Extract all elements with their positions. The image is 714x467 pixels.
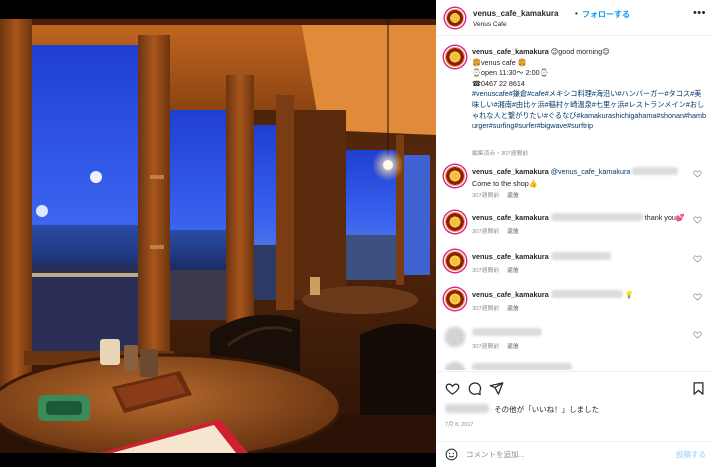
instagram-post-modal: venus_cafe_kamakura • フォローする Venus Cafe … (0, 0, 714, 467)
comment-time: 307週間前 (472, 229, 500, 235)
comment-time: 307週間前 (472, 344, 500, 350)
reply-button[interactable]: 返信 (507, 268, 519, 274)
post-actions: その他が「いいね！」しました 7月 8, 2017 (436, 371, 714, 441)
post-side-panel: venus_cafe_kamakura • フォローする Venus Cafe … (436, 0, 714, 467)
post-comment-button[interactable]: 投稿する (676, 449, 706, 460)
header-separator: • (575, 9, 578, 18)
caption-line3: ⌚open 11:30〜 2:00⌚ (472, 68, 549, 78)
blurred-text (472, 363, 572, 370)
comment-text: 💡 (624, 290, 634, 299)
comment-avatar[interactable] (444, 250, 466, 272)
cafe-interior-photo (0, 15, 436, 453)
blurred-text (632, 167, 679, 175)
comment-avatar[interactable] (444, 165, 466, 187)
heart-icon[interactable] (693, 169, 702, 178)
post-date: 7月 8, 2017 (445, 422, 474, 428)
comment-time: 307週間前 (472, 268, 500, 274)
comment-icon[interactable] (467, 381, 482, 396)
comment-item-partial (444, 359, 706, 370)
comment-meta: 307週間前 返信 (472, 190, 527, 199)
emoji-icon[interactable] (445, 448, 458, 461)
heart-icon[interactable] (693, 254, 702, 263)
comment-meta: 307週間前 返信 (472, 341, 527, 350)
caption-line4: ☎0467 22 8614 (472, 78, 525, 88)
comment-username[interactable]: venus_cafe_kamakura (472, 213, 549, 222)
caption-line1: 😊good morning😊 (548, 47, 610, 56)
comment-meta: 307週間前 返信 (472, 226, 527, 235)
comment-time: 307週間前 (472, 193, 500, 199)
reply-button[interactable]: 返信 (507, 229, 519, 235)
comment-avatar[interactable] (444, 211, 466, 233)
comment-item: venus_cafe_kamakura 307週間前 返信 (444, 248, 706, 282)
comment-username[interactable]: venus_cafe_kamakura (472, 290, 549, 299)
comment-mention[interactable]: @venus_cafe_kamakura (551, 167, 631, 176)
reply-button[interactable]: 返信 (507, 344, 519, 350)
caption-username[interactable]: venus_cafe_kamakura (472, 47, 549, 56)
follow-button[interactable]: フォローする (582, 9, 630, 20)
comment-text: Come to the shop👍 (472, 179, 538, 188)
comment-item: venus_cafe_kamakura 💡 307週間前 返信 (444, 286, 706, 320)
blurred-username (472, 328, 542, 336)
like-icon[interactable] (445, 381, 460, 396)
heart-icon[interactable] (693, 330, 702, 339)
comment-time: 307週間前 (472, 306, 500, 312)
comment-meta: 307週間前 返信 (472, 303, 527, 312)
caption-hashtags[interactable]: #venuscafe#鎌倉#cafe#メキシコ料理#海沿い#ハンバーガー#タコス… (472, 89, 706, 130)
post-photo (0, 15, 436, 453)
comment-avatar[interactable] (444, 361, 466, 370)
comment-input[interactable] (466, 447, 666, 462)
add-comment-bar: 投稿する (436, 441, 714, 467)
profile-avatar[interactable] (445, 8, 465, 28)
comment-username[interactable]: venus_cafe_kamakura (472, 252, 549, 261)
header-username[interactable]: venus_cafe_kamakura (473, 9, 558, 18)
blurred-liker (445, 404, 489, 413)
blurred-text (550, 252, 611, 260)
caption-meta: 編集済み・307週間前 (472, 151, 529, 157)
reply-button[interactable]: 返信 (507, 193, 519, 199)
comment-item: venus_cafe_kamakura thank you💕 307週間前 返信 (444, 209, 706, 243)
more-options-icon[interactable]: ••• (693, 7, 706, 19)
share-icon[interactable] (489, 381, 504, 396)
caption-line2: 🍔venus cafe 🍔 (472, 57, 527, 67)
location-link[interactable]: Venus Cafe (473, 21, 507, 28)
comment-text: thank you💕 (644, 213, 685, 222)
reply-button[interactable]: 返信 (507, 306, 519, 312)
comment-item: venus_cafe_kamakura @venus_cafe_kamakura… (444, 163, 706, 199)
caption-avatar[interactable] (444, 46, 466, 68)
comment-item: 307週間前 返信 (444, 324, 706, 358)
comment-username[interactable]: venus_cafe_kamakura (472, 167, 549, 176)
blurred-text (550, 290, 623, 298)
heart-icon[interactable] (693, 292, 702, 301)
comment-avatar[interactable] (444, 326, 466, 348)
comment-meta: 307週間前 返信 (472, 265, 527, 274)
likes-summary[interactable]: その他が「いいね！」しました (445, 404, 599, 415)
comment-avatar[interactable] (444, 288, 466, 310)
blurred-text (550, 213, 643, 221)
comments-section[interactable]: venus_cafe_kamakura 😊good morning😊 🍔venu… (436, 37, 714, 370)
post-header: venus_cafe_kamakura • フォローする Venus Cafe … (436, 0, 714, 36)
likes-text: その他が「いいね！」しました (492, 405, 600, 414)
caption-text: venus_cafe_kamakura 😊good morning😊 🍔venu… (472, 47, 706, 132)
bookmark-icon[interactable] (691, 381, 706, 396)
heart-icon[interactable] (693, 215, 702, 224)
